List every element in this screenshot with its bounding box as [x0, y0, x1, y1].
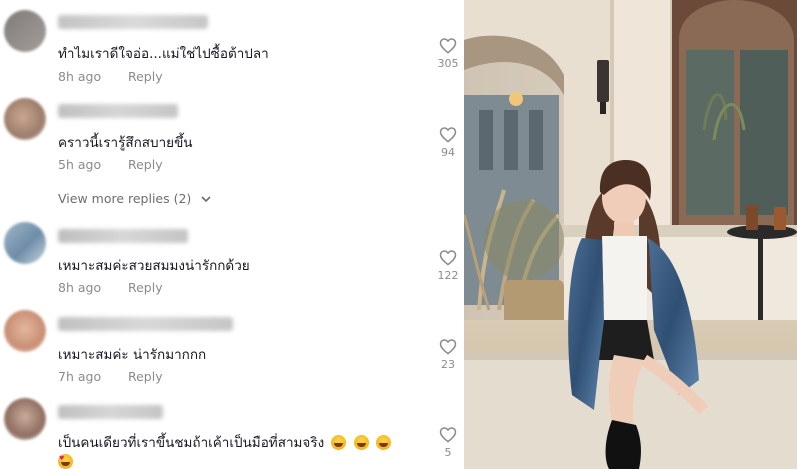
- laughing-tears-emoji: [376, 435, 392, 450]
- comment-text: เป็นคนเดียวที่เราขึ้นชมถ้าเค้าเป็นมือที่…: [58, 431, 392, 453]
- reply-button[interactable]: Reply: [128, 157, 163, 172]
- comment-meta: 8h ago Reply: [58, 280, 163, 295]
- heart-eyes-emoji: [58, 454, 73, 469]
- like-count: 5: [444, 446, 452, 459]
- comment-time: 8h ago: [58, 69, 102, 84]
- wall-lamp: [597, 60, 609, 102]
- like-button[interactable]: 5: [432, 426, 464, 459]
- planter-pot: [504, 280, 564, 325]
- comment-meta: 8h ago Reply: [58, 69, 163, 84]
- reply-button[interactable]: Reply: [128, 280, 163, 295]
- comment-text: เหมาะสมค่ะ น่ารักมากกก: [58, 347, 207, 363]
- like-count: 23: [441, 358, 455, 371]
- like-button[interactable]: 23: [432, 338, 464, 371]
- like-count: 94: [441, 146, 455, 159]
- username-blurred[interactable]: [58, 317, 233, 331]
- heart-outline-icon: [439, 127, 457, 143]
- reply-button[interactable]: Reply: [128, 369, 163, 384]
- like-count: 122: [437, 269, 459, 282]
- laughing-tears-emoji: [353, 435, 369, 450]
- like-count: 305: [437, 57, 459, 70]
- view-more-label: View more replies (2): [58, 191, 192, 206]
- comment-text: เหมาะสมค่ะสวยสมมงน่ารักกด้วย: [58, 258, 250, 274]
- post-photo: [464, 0, 797, 469]
- comment-meta: 7h ago Reply: [58, 369, 163, 384]
- username-blurred[interactable]: [58, 405, 163, 419]
- comment-text: คราวนี้เรารู้สึกสบายขึ้น: [58, 135, 193, 151]
- heart-outline-icon: [439, 38, 457, 54]
- comment-text-body: เป็นคนเดียวที่เราขึ้นชมถ้าเค้าเป็นมือที่…: [58, 435, 325, 451]
- username-blurred[interactable]: [58, 104, 178, 118]
- comment-text: ทำไมเราดีใจอ่อ...แม่ใช่ไปซื้อต้าปลา: [58, 46, 269, 62]
- heart-outline-icon: [439, 427, 457, 443]
- avatar[interactable]: [4, 10, 46, 52]
- username-blurred[interactable]: [58, 15, 208, 29]
- avatar[interactable]: [4, 222, 46, 264]
- black-boot: [605, 420, 641, 469]
- heart-outline-icon: [439, 250, 457, 266]
- username-blurred[interactable]: [58, 229, 188, 243]
- white-top: [602, 236, 647, 320]
- chevron-down-icon: [201, 196, 211, 203]
- like-button[interactable]: 94: [432, 126, 464, 159]
- comment-time: 8h ago: [58, 280, 102, 295]
- heart-outline-icon: [439, 339, 457, 355]
- avatar[interactable]: [4, 310, 46, 352]
- comment-list: ทำไมเราดีใจอ่อ...แม่ใช่ไปซื้อต้าปลา 8h a…: [0, 0, 464, 469]
- comment-time: 7h ago: [58, 369, 102, 384]
- comment-time: 5h ago: [58, 157, 102, 172]
- comment-text-continuation: [58, 451, 73, 469]
- like-button[interactable]: 122: [432, 249, 464, 282]
- reply-button[interactable]: Reply: [128, 69, 163, 84]
- like-button[interactable]: 305: [432, 37, 464, 70]
- avatar[interactable]: [4, 98, 46, 140]
- view-more-replies-button[interactable]: View more replies (2): [58, 191, 211, 206]
- laughing-tears-emoji: [331, 435, 347, 450]
- comment-meta: 5h ago Reply: [58, 157, 163, 172]
- avatar[interactable]: [4, 398, 46, 440]
- photo-illustration: [464, 0, 797, 469]
